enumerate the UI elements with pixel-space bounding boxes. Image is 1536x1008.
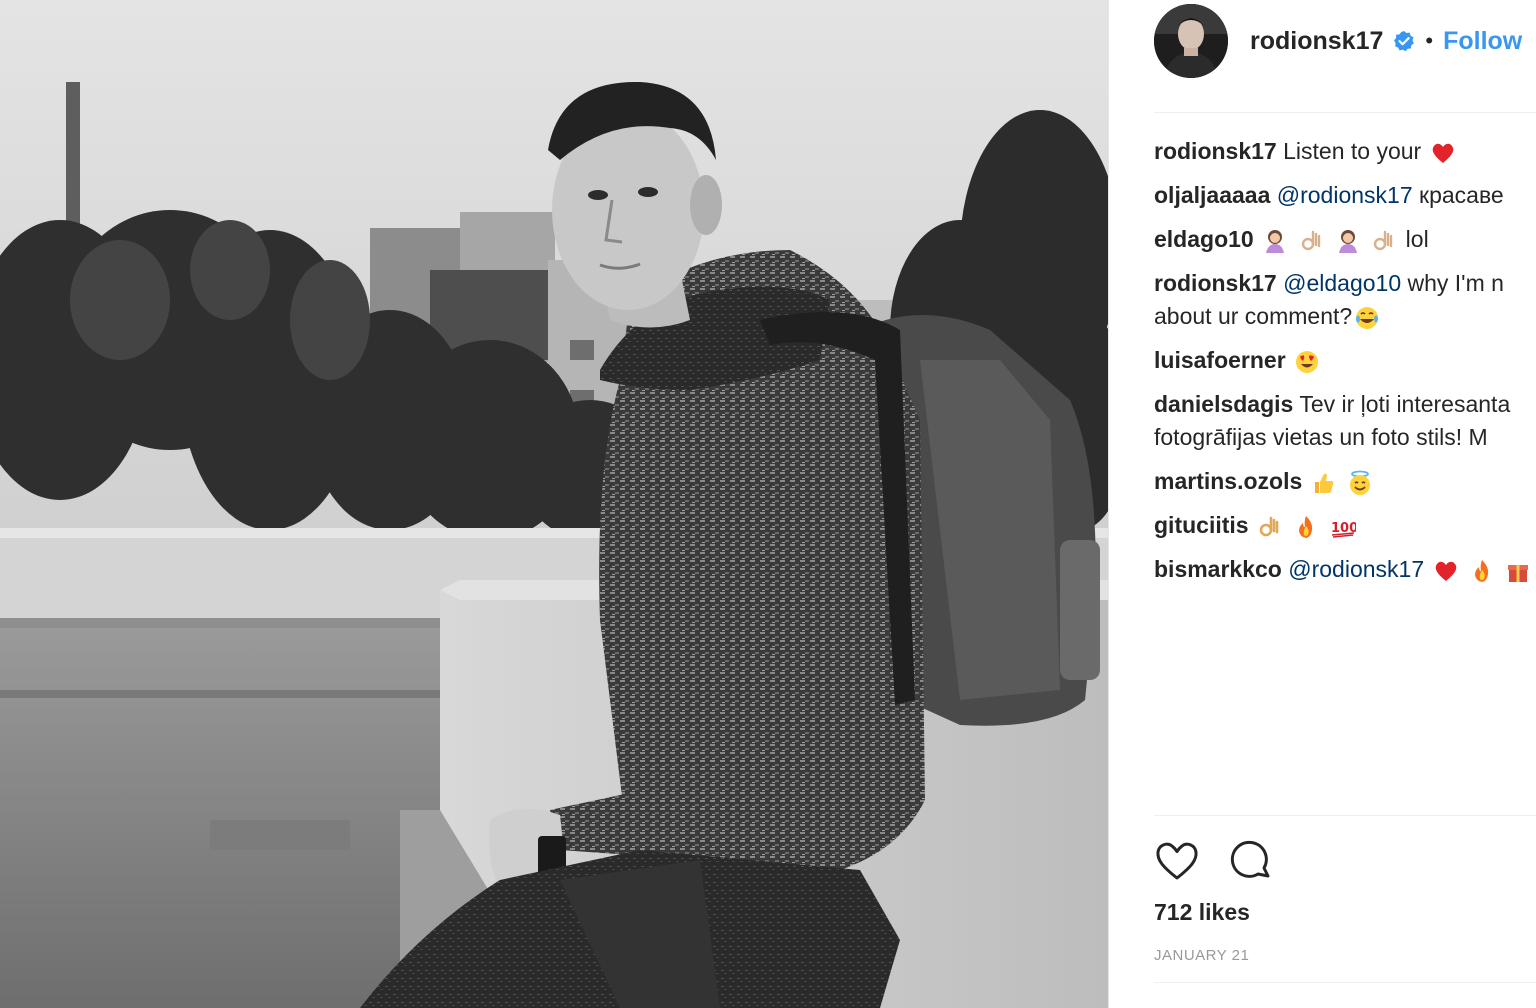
post-header: rodionsk17 • Follow — [1154, 4, 1536, 78]
comment-item: eldago10 lol — [1154, 223, 1536, 256]
avatar-image — [1154, 4, 1228, 78]
comment-author[interactable]: rodionsk17 — [1154, 138, 1277, 164]
comment-bubble-icon — [1230, 840, 1270, 878]
post-username[interactable]: rodionsk17 — [1250, 27, 1383, 56]
comment-mention[interactable]: @eldago10 — [1283, 270, 1401, 296]
follow-button[interactable]: Follow — [1443, 27, 1522, 56]
red-heart-icon — [1430, 140, 1456, 166]
woman-facepalming-icon — [1262, 228, 1288, 254]
photo-image — [0, 0, 1108, 1008]
comment-author[interactable]: bismarkkco — [1154, 556, 1282, 582]
comment-item: luisafoerner — [1154, 344, 1536, 377]
smiling-halo-icon — [1347, 470, 1373, 496]
heart-eyes-icon — [1294, 349, 1320, 375]
comment-mention[interactable]: @rodionsk17 — [1288, 556, 1424, 582]
comment-text: красаве — [1419, 182, 1504, 208]
instagram-post: rodionsk17 • Follow rodionsk17 Listen to… — [0, 0, 1536, 1008]
comment-item: rodionsk17 Listen to your — [1154, 135, 1536, 168]
comments-list: rodionsk17 Listen to your oljaljaaaaa @r… — [1154, 135, 1536, 597]
footer-divider — [1154, 982, 1536, 983]
comment-button[interactable] — [1228, 838, 1274, 884]
red-heart-icon — [1433, 558, 1459, 584]
comment-author[interactable]: danielsdagis — [1154, 391, 1293, 417]
comment-text: Tev ir ļoti interesanta — [1299, 391, 1511, 417]
comment-text: Listen to your — [1283, 138, 1422, 164]
fire-icon — [1469, 558, 1495, 584]
ok-hand-icon — [1299, 228, 1325, 254]
fire-icon — [1293, 514, 1319, 540]
comment-author[interactable]: rodionsk17 — [1154, 270, 1277, 296]
ok-hand-icon — [1257, 514, 1283, 540]
comment-item: martins.ozols — [1154, 465, 1536, 498]
comment-author[interactable]: gituciitis — [1154, 512, 1249, 538]
ok-hand-icon — [1371, 228, 1397, 254]
comment-item: gituciitis 100 — [1154, 509, 1536, 542]
post-photo[interactable] — [0, 0, 1108, 1008]
post-side-panel: rodionsk17 • Follow rodionsk17 Listen to… — [1109, 0, 1536, 1008]
post-actions — [1154, 838, 1302, 884]
woman-facepalming-icon — [1335, 228, 1361, 254]
hundred-icon: 100 — [1330, 514, 1356, 540]
comment-text-continued: fotogrāfijas vietas un foto stils! M — [1154, 424, 1488, 450]
comment-author[interactable]: oljaljaaaaa — [1154, 182, 1270, 208]
header-separator: • — [1425, 28, 1434, 53]
thumbs-up-icon — [1311, 470, 1337, 496]
comment-item: rodionsk17 @eldago10 why I'm n about ur … — [1154, 267, 1536, 333]
post-date: January 21 — [1154, 947, 1250, 964]
comment-text: why I'm n — [1407, 270, 1504, 296]
comment-author[interactable]: martins.ozols — [1154, 468, 1302, 494]
actions-divider — [1154, 815, 1536, 816]
comment-item: oljaljaaaaa @rodionsk17 красаве — [1154, 179, 1536, 212]
verified-badge-icon — [1394, 31, 1415, 52]
likes-count[interactable]: 712 likes — [1154, 899, 1250, 926]
comment-item: danielsdagis Tev ir ļoti interesanta fot… — [1154, 388, 1536, 454]
avatar[interactable] — [1154, 4, 1228, 78]
comment-author[interactable]: eldago10 — [1154, 226, 1254, 252]
comment-mention[interactable]: @rodionsk17 — [1277, 182, 1413, 208]
comment-author[interactable]: luisafoerner — [1154, 347, 1286, 373]
header-divider — [1154, 112, 1536, 113]
tears-of-joy-icon — [1354, 305, 1380, 331]
comment-text: lol — [1405, 226, 1429, 252]
comment-item: bismarkkco @rodionsk17 — [1154, 553, 1536, 586]
like-button[interactable] — [1154, 838, 1200, 884]
gift-icon — [1505, 558, 1531, 584]
heart-outline-icon — [1156, 842, 1198, 880]
comment-text-continued: about ur comment? — [1154, 303, 1353, 329]
